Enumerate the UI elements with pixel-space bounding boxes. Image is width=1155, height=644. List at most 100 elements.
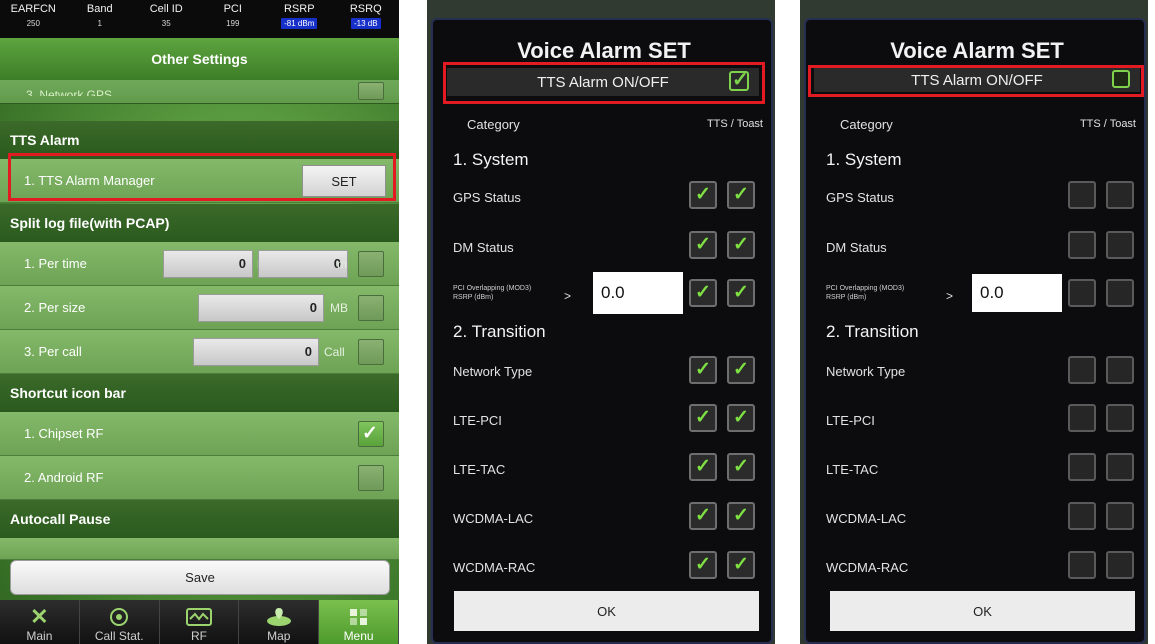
wcdma-lac-tts-checkbox[interactable] [1068,502,1096,530]
pci-tts-checkbox[interactable]: ✓ [689,279,717,307]
pci-tts-checkbox[interactable] [1068,279,1096,307]
bottom-nav: ✕ Main Call Stat. RF Map Menu [0,600,399,644]
per-call-checkbox[interactable] [358,339,384,365]
nav-menu[interactable]: Menu [319,600,399,644]
check-icon: ✓ [733,505,749,526]
ok-button[interactable]: OK [454,591,759,631]
clipped-item-label: 3. Network GPS [26,88,113,96]
status-header: RSRP [283,3,315,15]
highlight-box [443,62,765,104]
check-icon: ✓ [733,184,749,205]
tts-toast-label: TTS / Toast [706,118,763,130]
wcdma-rac-tts-checkbox[interactable]: ✓ [689,551,717,579]
nav-call-stat[interactable]: Call Stat. [80,600,160,644]
category-header: Category TTS / Toast [806,114,1148,138]
lte-tac-toast-checkbox[interactable]: ✓ [727,453,755,481]
page-title: Other Settings [0,38,399,80]
clipped-list-item [0,538,399,560]
voice-alarm-dialog: Voice Alarm SET TTS Alarm ON/OFF ✓ Categ… [431,18,773,644]
main-x-icon: ✕ [30,604,49,629]
wcdma-rac-toast-checkbox[interactable] [1106,551,1134,579]
check-icon: ✓ [733,282,749,303]
wcdma-rac-tts-checkbox[interactable] [1068,551,1096,579]
wcdma-rac-toast-checkbox[interactable]: ✓ [727,551,755,579]
category-label: Category [467,117,520,132]
per-size-checkbox[interactable] [358,295,384,321]
check-icon: ✓ [733,359,749,380]
nav-label: RF [190,629,207,643]
lte-pci-label: LTE-PCI [453,413,502,428]
status-header: Band [86,3,113,15]
network-type-toast-checkbox[interactable]: ✓ [727,356,755,384]
android-rf-checkbox[interactable] [358,465,384,491]
lte-tac-tts-checkbox[interactable] [1068,453,1096,481]
section-transition: 2. Transition [826,322,919,341]
menu-grid-icon [346,607,372,627]
dm-toast-checkbox[interactable]: ✓ [727,231,755,259]
gps-tts-checkbox[interactable] [1068,181,1096,209]
lte-tac-tts-checkbox[interactable]: ✓ [689,453,717,481]
gps-status-label: GPS Status [826,190,894,205]
chipset-rf-checkbox[interactable]: ✓ [358,421,384,447]
rsrp-dbm-label: RSRP (dBm) [826,294,867,301]
per-time-hours-input[interactable]: 0 [163,250,253,278]
nav-rf[interactable]: RF [160,600,240,644]
per-time-minutes-input[interactable]: 0 [258,250,348,278]
per-time-checkbox[interactable] [358,251,384,277]
section-header-shortcut-icon-bar: Shortcut icon bar [0,374,399,412]
voice-alarm-dialog-on-screen: Voice Alarm SET TTS Alarm ON/OFF ✓ Categ… [427,0,775,644]
dm-tts-checkbox[interactable]: ✓ [689,231,717,259]
nav-label: Main [26,629,53,643]
check-icon: ✓ [695,234,711,255]
per-call-input[interactable]: 0 [193,338,319,366]
status-rsrq: RSRQ -13 dB [333,0,400,38]
section-system: 1. System [453,150,529,169]
per-size-input[interactable]: 0 [198,294,324,322]
network-type-toast-checkbox[interactable] [1106,356,1134,384]
status-header: EARFCN [10,3,56,15]
network-type-tts-checkbox[interactable]: ✓ [689,356,717,384]
lte-pci-tts-checkbox[interactable] [1068,404,1096,432]
status-header: Cell ID [149,3,183,15]
ok-button[interactable]: OK [830,591,1135,631]
network-type-tts-checkbox[interactable] [1068,356,1096,384]
row-label: 3. Per call [24,344,82,359]
voice-alarm-dialog-off-screen: Voice Alarm SET TTS Alarm ON/OFF Categor… [800,0,1148,644]
status-rsrp: RSRP -81 dBm [266,0,333,38]
check-icon: ✓ [695,505,711,526]
gps-toast-checkbox[interactable] [1106,181,1134,209]
tts-toast-label: TTS / Toast [1079,118,1136,130]
status-pci: PCI 199 [200,0,267,38]
wcdma-lac-label: WCDMA-LAC [826,511,907,526]
nav-map[interactable]: Map [239,600,320,644]
cell-status-bar: EARFCN 250 Band 1 Cell ID 35 PCI 199 RSRP -81… [0,0,399,38]
lte-pci-toast-checkbox[interactable]: ✓ [727,404,755,432]
wcdma-lac-toast-checkbox[interactable] [1106,502,1134,530]
lte-pci-tts-checkbox[interactable]: ✓ [689,404,717,432]
dialog-title: Voice Alarm SET [890,38,1064,63]
gps-toast-checkbox[interactable]: ✓ [727,181,755,209]
save-button[interactable]: Save [10,560,390,595]
nav-label: Menu [343,629,374,643]
clipped-checkbox[interactable] [358,82,384,100]
pci-toast-checkbox[interactable] [1106,279,1134,307]
lte-tac-toast-checkbox[interactable] [1106,453,1134,481]
other-settings-screen: EARFCN 250 Band 1 Cell ID 35 PCI 199 RSRP -81… [0,0,399,644]
section-header-autocall-pause: Autocall Pause [0,500,399,538]
check-icon: ✓ [695,184,711,205]
pci-rsrp-input[interactable]: 0.0 [593,272,683,314]
lte-pci-toast-checkbox[interactable] [1106,404,1134,432]
wcdma-lac-tts-checkbox[interactable]: ✓ [689,502,717,530]
dm-toast-checkbox[interactable] [1106,231,1134,259]
list-item-chipset-rf: 1. Chipset RF [0,412,399,456]
clipped-list-item[interactable]: 3. Network GPS [0,80,399,104]
nav-main[interactable]: ✕ Main [0,600,80,644]
pci-rsrp-input[interactable]: 0.0 [972,274,1062,312]
rf-wave-icon [185,607,212,627]
status-value: -13 dB [350,18,381,29]
network-type-label: Network Type [453,364,533,379]
wcdma-lac-toast-checkbox[interactable]: ✓ [727,502,755,530]
pci-toast-checkbox[interactable]: ✓ [727,279,755,307]
dm-tts-checkbox[interactable] [1068,231,1096,259]
gps-tts-checkbox[interactable]: ✓ [689,181,717,209]
